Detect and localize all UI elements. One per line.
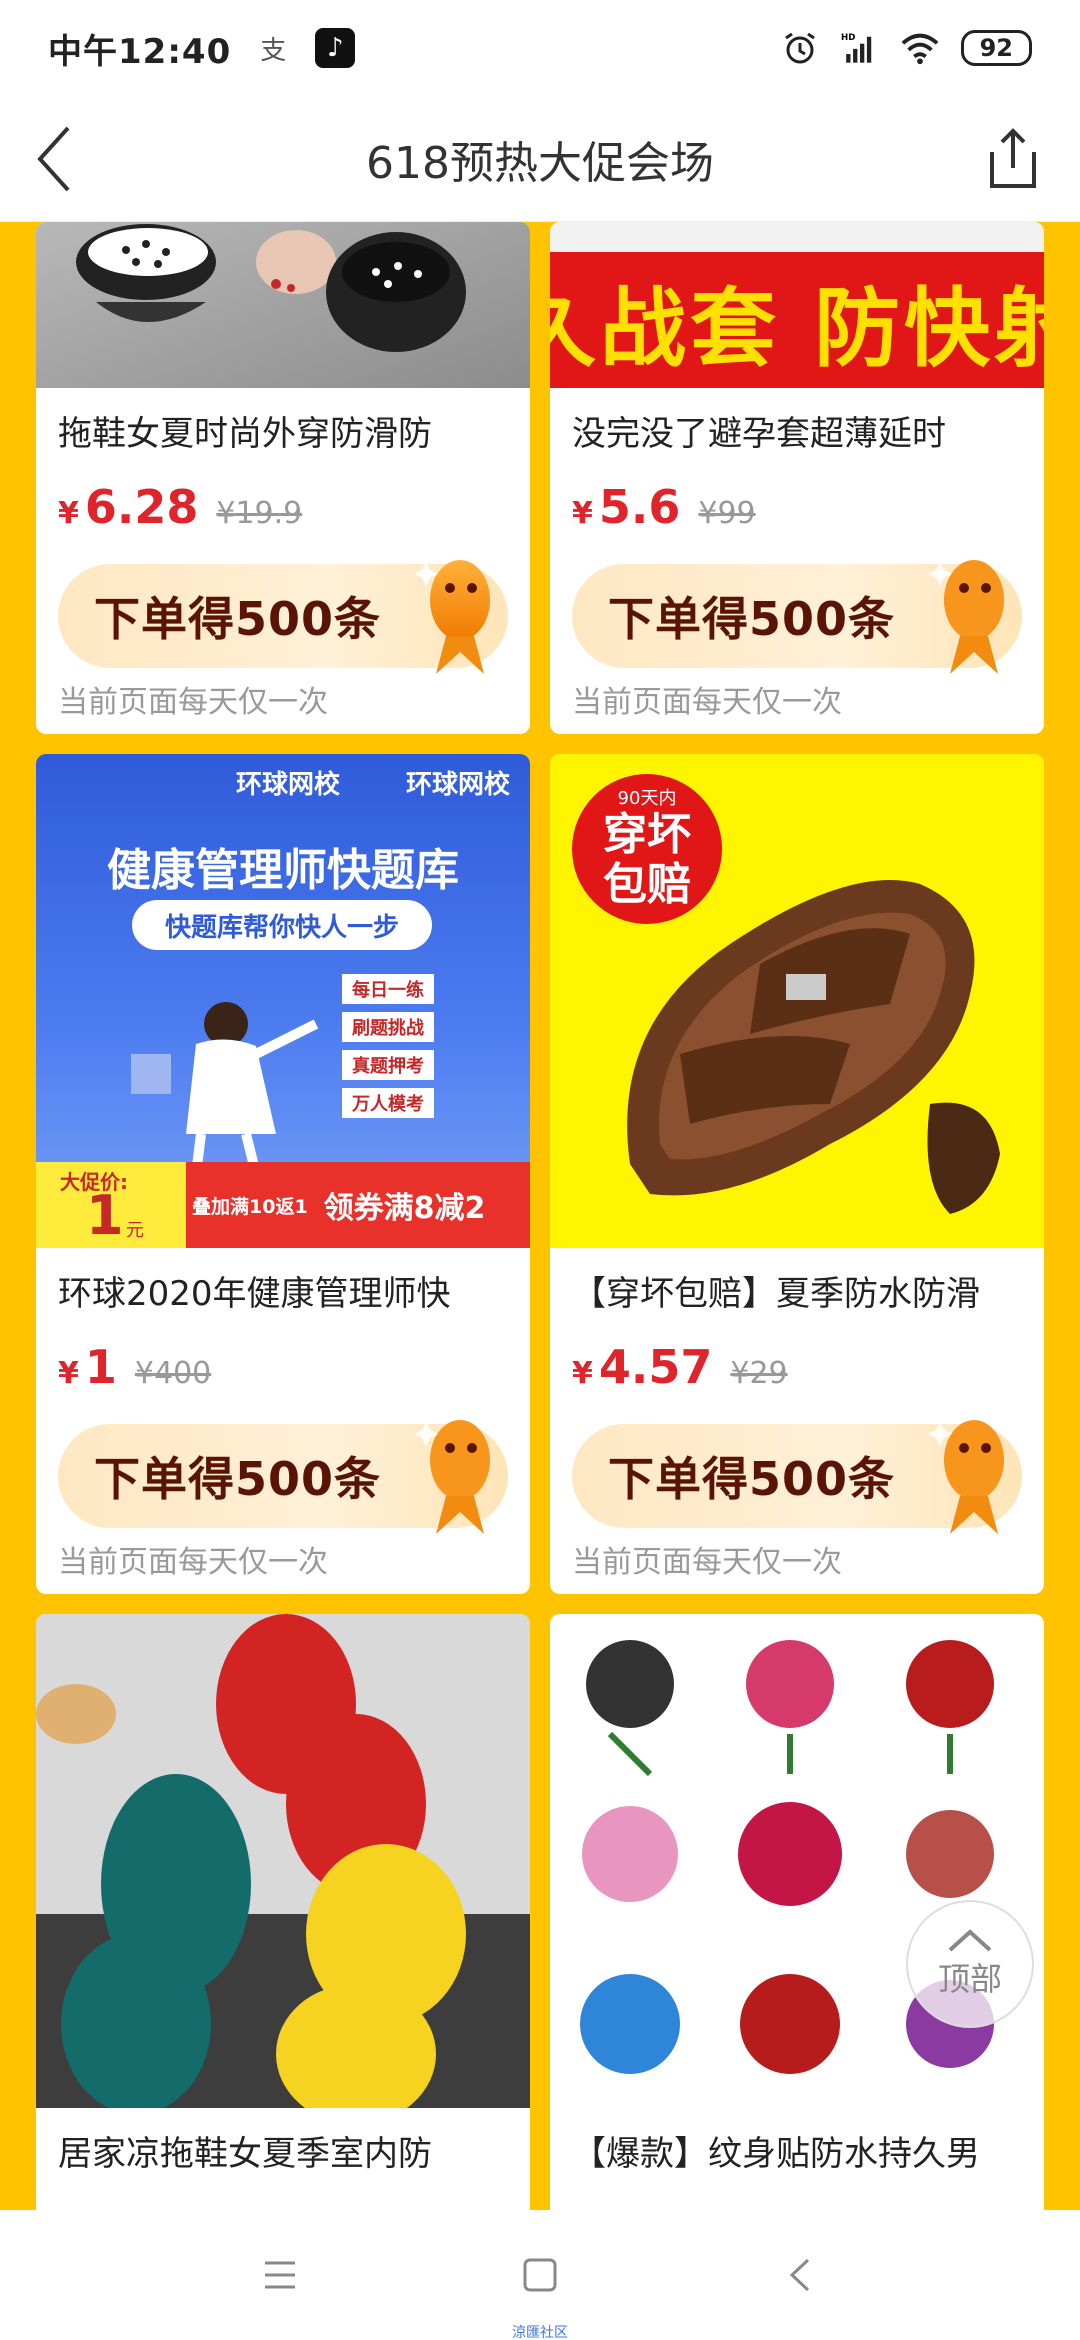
badge-small: 90天内 <box>617 788 677 809</box>
banner-subhead: 快题库帮你快人一步 <box>132 900 432 950</box>
currency-symbol: ¥ <box>572 496 593 531</box>
home-icon <box>523 2258 557 2292</box>
product-card[interactable]: 环球网校 环球网校 健康管理师快题库 快题库帮你快人一步 每日一练 刷题挑战 真… <box>36 754 530 1594</box>
banner-headline: 健康管理师快题库 <box>107 845 459 896</box>
product-title[interactable]: 【爆款】纹身贴防水持久男 <box>550 2108 1044 2200</box>
product-feed[interactable]: 拖鞋女夏时尚外穿防滑防 ¥ 6.28 ¥19.9 下单得500条 当前页面每天仅… <box>0 222 1080 2210</box>
product-card[interactable]: 久战套 防快射 没完没了避孕套超薄延时 ¥ 5.6 ¥99 下单得500条 当前… <box>550 222 1044 734</box>
alarm-icon <box>781 29 819 67</box>
banner-tag: 万人模考 <box>342 1088 434 1118</box>
menu-button[interactable] <box>250 2245 310 2305</box>
menu-icon <box>265 2261 295 2289</box>
chevron-up-icon <box>948 1929 992 1952</box>
promo-text: 下单得500条 <box>608 592 896 646</box>
currency-symbol: ¥ <box>572 1356 593 1391</box>
product-image-sandal[interactable]: 90天内 穿坏 包赔 <box>550 754 1044 1248</box>
watermark: 涼匯社区 <box>512 2325 568 2340</box>
currency-symbol: ¥ <box>58 1356 79 1391</box>
coupon-text: 领券满8减2 <box>323 1191 486 1226</box>
banner-tags: 每日一练 刷题挑战 真题押考 万人模考 <box>342 974 434 1118</box>
product-title[interactable]: 居家凉拖鞋女夏季室内防 <box>36 2108 530 2200</box>
banner-tag: 真题押考 <box>342 1050 434 1080</box>
back-icon <box>789 2258 810 2292</box>
system-nav-bar <box>0 2210 1080 2340</box>
promo-button[interactable]: 下单得500条 <box>58 560 508 674</box>
goldfish-icon <box>928 1420 1004 1534</box>
network-label: HD <box>841 33 855 43</box>
price-row: ¥ 1 ¥400 <box>36 1340 530 1410</box>
goldfish-icon <box>414 560 490 674</box>
product-image-tattoo[interactable] <box>550 1614 1044 2108</box>
goldfish-icon <box>414 1420 490 1534</box>
product-image-slippers[interactable] <box>36 222 530 388</box>
original-price: ¥19.9 <box>216 496 303 531</box>
promo-text: 下单得500条 <box>94 592 382 646</box>
original-price: ¥29 <box>730 1356 788 1391</box>
home-button[interactable] <box>510 2245 570 2305</box>
price-row: ¥ 6.28 ¥19.9 <box>36 480 530 550</box>
product-title[interactable]: 没完没了避孕套超薄延时 <box>550 388 1044 480</box>
back-button[interactable] <box>34 124 104 194</box>
back-to-top-button[interactable]: 顶部 <box>906 1900 1034 2028</box>
original-price: ¥400 <box>134 1356 212 1391</box>
status-bar: 中午12:40 支 ♪ HD 92 <box>0 0 1080 96</box>
promo-button[interactable]: 下单得500条 <box>58 1420 508 1534</box>
product-card[interactable]: 90天内 穿坏 包赔 【穿坏包赔】夏季防水防滑 ¥ 4.57 ¥29 下单得50… <box>550 754 1044 1594</box>
stack-text: 叠加满10返1 <box>192 1195 308 1218</box>
product-title[interactable]: 拖鞋女夏时尚外穿防滑防 <box>36 388 530 480</box>
share-button[interactable] <box>980 126 1046 192</box>
nav-back-button[interactable] <box>770 2245 830 2305</box>
page-header: 618预热大促会场 <box>0 96 1080 222</box>
price-row: ¥ 4.57 ¥29 <box>550 1340 1044 1410</box>
tiktok-icon: ♪ <box>315 28 356 68</box>
back-arrow-icon <box>37 126 70 192</box>
share-icon <box>990 128 1036 188</box>
product-title[interactable]: 环球2020年健康管理师快 <box>36 1248 530 1340</box>
brand-logo: 环球网校 <box>236 770 341 800</box>
illustration-figure <box>131 1002 319 1174</box>
promo-unit: 元 <box>126 1220 144 1241</box>
promo-price-tag: 大促价: 1 元 <box>36 1162 186 1248</box>
original-price: ¥99 <box>698 496 756 531</box>
product-price: 1 <box>84 1340 117 1394</box>
promo-button[interactable]: 下单得500条 <box>572 1420 1022 1534</box>
banner-tag: 每日一练 <box>342 974 434 1004</box>
alipay-icon: 支 <box>260 35 287 66</box>
currency-symbol: ¥ <box>58 496 79 531</box>
price-row: ¥ 5.6 ¥99 <box>550 480 1044 550</box>
banner-tag: 刷题挑战 <box>342 1012 434 1042</box>
product-image-home-slippers[interactable] <box>36 1614 530 2108</box>
product-title[interactable]: 【穿坏包赔】夏季防水防滑 <box>550 1248 1044 1340</box>
status-time: 中午12:40 <box>48 31 232 72</box>
product-image-condom[interactable]: 久战套 防快射 <box>550 222 1044 388</box>
banner-promo-strip: 大促价: 1 元 叠加满10返1 领券满8减2 <box>36 1162 530 1248</box>
product-price: 4.57 <box>598 1340 713 1394</box>
roses-illustration <box>580 1640 994 2074</box>
slippers-illustration <box>36 1614 530 2108</box>
wifi-icon <box>901 29 939 67</box>
sandal-illustration <box>627 880 1000 1214</box>
promo-price: 1 <box>86 1184 124 1247</box>
goldfish-icon <box>928 560 1004 674</box>
product-image-course[interactable]: 环球网校 环球网校 健康管理师快题库 快题库帮你快人一步 每日一练 刷题挑战 真… <box>36 754 530 1248</box>
product-card[interactable]: 居家凉拖鞋女夏季室内防 <box>36 1614 530 2210</box>
battery-indicator: 92 <box>960 30 1032 66</box>
product-price: 5.6 <box>598 480 681 534</box>
product-price: 6.28 <box>84 480 199 534</box>
promo-text: 下单得500条 <box>608 1452 896 1506</box>
promo-button[interactable]: 下单得500条 <box>572 560 1022 674</box>
page-title: 618预热大促会场 <box>366 137 714 189</box>
banner-text: 久战套 防快射 <box>550 277 1044 379</box>
image-strip <box>550 222 1044 252</box>
signal-icon: HD <box>841 29 879 67</box>
product-card[interactable]: 拖鞋女夏时尚外穿防滑防 ¥ 6.28 ¥19.9 下单得500条 当前页面每天仅… <box>36 222 530 734</box>
promo-text: 下单得500条 <box>94 1452 382 1506</box>
brand-logo-2: 环球网校 <box>406 770 511 800</box>
banner-red: 久战套 防快射 <box>550 252 1044 388</box>
back-to-top-label: 顶部 <box>937 1960 1002 1998</box>
